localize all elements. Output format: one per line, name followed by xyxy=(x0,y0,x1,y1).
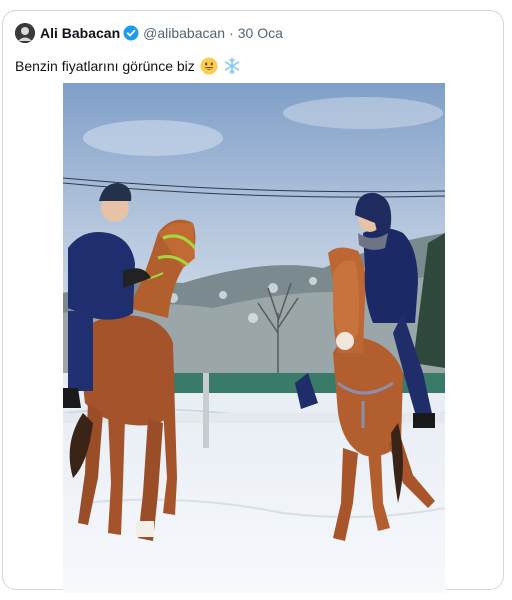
tweet-body: Benzin fiyatlarını görünce biz xyxy=(15,57,241,75)
author-avatar[interactable] xyxy=(15,23,35,43)
tweet-text: Benzin fiyatlarını görünce biz xyxy=(15,58,195,74)
tweet-photo[interactable] xyxy=(63,83,445,593)
author-name[interactable]: Ali Babacan xyxy=(40,25,120,41)
grinning-face-emoji-icon xyxy=(200,57,218,75)
verified-badge-icon xyxy=(123,25,139,41)
tweet-header: Ali Babacan @alibabacan · 30 Oca xyxy=(15,23,283,43)
tweet-card[interactable]: Ali Babacan @alibabacan · 30 Oca Benzin … xyxy=(2,10,504,593)
tweet-date[interactable]: 30 Oca xyxy=(238,25,283,41)
snowflake-emoji-icon xyxy=(223,57,241,75)
header-separator: · xyxy=(229,25,234,41)
author-handle[interactable]: @alibabacan xyxy=(143,25,225,41)
